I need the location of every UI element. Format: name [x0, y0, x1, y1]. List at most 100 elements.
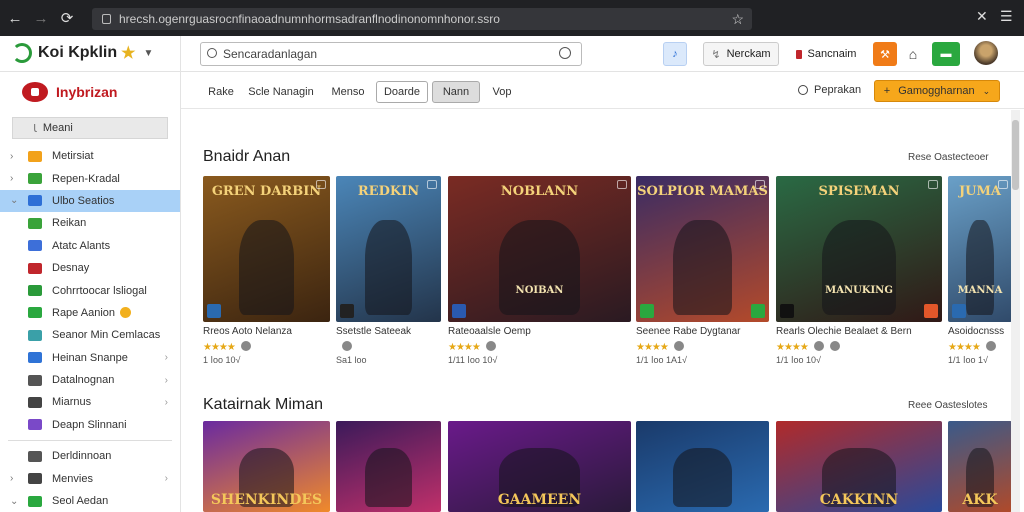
game-thumbnail[interactable]: GREN DARBIN [203, 176, 330, 322]
game-thumbnail[interactable]: SHENKINDES [203, 421, 330, 512]
forward-icon[interactable]: → [30, 7, 52, 29]
game-card[interactable] [636, 421, 769, 512]
tab-doarde[interactable]: Doarde [376, 81, 428, 103]
game-thumbnail[interactable] [636, 421, 769, 512]
game-card[interactable]: REDKIN Ssetstle Sateeak Sa1 loo [336, 176, 441, 365]
game-thumbnail[interactable] [336, 421, 441, 512]
popular-sort[interactable]: Peprakan [798, 84, 861, 96]
expand-arrow-icon[interactable]: › [10, 173, 24, 184]
chevron-right-icon[interactable]: › [165, 473, 168, 484]
scrollbar[interactable] [1011, 110, 1020, 512]
avatar[interactable] [974, 41, 998, 65]
address-bar[interactable]: hrecsh.ogenrguasrocnfinaoadnumnhormsadra… [92, 8, 752, 30]
game-card[interactable]: GREN DARBIN Rreos Aoto Nelanza ★★★★ 1 ⅼoo 1… [203, 176, 330, 366]
sidebar-item[interactable]: › Menvies › [0, 467, 180, 489]
fullscreen-icon[interactable] [427, 180, 437, 189]
info-icon[interactable] [240, 341, 251, 351]
chevron-right-icon[interactable]: › [165, 352, 168, 363]
game-title[interactable]: Asoidocnsss [948, 326, 1012, 337]
game-thumbnail[interactable]: SPISEMAN MANUKING [776, 176, 942, 322]
game-title[interactable]: Rateoaalsle Oemp [448, 326, 631, 337]
sidebar-item[interactable]: Datalnognan › [0, 369, 180, 391]
game-thumbnail[interactable]: REDKIN [336, 176, 441, 322]
game-thumbnail[interactable]: GAAMEEN [448, 421, 631, 512]
search-input[interactable]: Sencaradanlagan [200, 42, 582, 66]
tab-rake[interactable]: Rake [203, 81, 239, 103]
sidebar-item[interactable]: › Repen-Kradal [0, 167, 180, 189]
game-card[interactable]: GAAMEEN [448, 421, 631, 512]
create-button[interactable]: ⚒ [873, 42, 897, 66]
pending-button[interactable]: ↯ Nerckam [703, 42, 779, 66]
game-thumbnail[interactable]: NOBLANN NOIBAN [448, 176, 631, 322]
chevron-right-icon[interactable]: › [165, 397, 168, 408]
info-icon[interactable] [829, 341, 840, 351]
brand[interactable]: Koi Kpklin ★ ▼ [12, 43, 153, 63]
menu-icon[interactable]: ☰ [1000, 8, 1013, 25]
game-thumbnail[interactable]: SOLPIOR MAMAS [636, 176, 769, 322]
game-card[interactable] [336, 421, 441, 512]
fullscreen-icon[interactable] [755, 180, 765, 189]
info-icon[interactable] [985, 341, 996, 351]
bookmark-star-icon[interactable]: ☆ [731, 11, 744, 28]
game-thumbnail[interactable]: AKK [948, 421, 1012, 512]
game-card[interactable]: SPISEMAN MANUKING Rearls Olechie Bealaet &… [776, 176, 942, 366]
sidebar-item[interactable]: Reikan [0, 212, 180, 234]
fullscreen-icon[interactable] [998, 180, 1008, 189]
tab-vop[interactable]: Vop [487, 81, 517, 103]
sidebar-item[interactable]: Deapn Slinnani [0, 414, 180, 436]
messages-button[interactable]: ▬ [932, 42, 960, 66]
chevron-right-icon[interactable]: › [165, 375, 168, 386]
notification-button[interactable]: ♪ [663, 42, 687, 66]
expand-arrow-icon[interactable]: › [10, 473, 24, 484]
game-title[interactable]: Seenee Rabe Dygtanar [636, 326, 769, 337]
game-title[interactable]: Rreos Aoto Nelanza [203, 326, 330, 337]
info-icon[interactable] [813, 341, 824, 351]
info-icon[interactable] [673, 341, 684, 351]
sidebar-item[interactable]: ⌄ Ulbo Seatios [0, 189, 180, 213]
game-card[interactable]: NOBLANN NOIBAN Rateoaalsle Oemp ★★★★ 1/11 ⅼo… [448, 176, 631, 366]
game-thumbnail[interactable]: JUMA MANNA [948, 176, 1012, 322]
sidebar-item[interactable]: Heinan Snanpe › [0, 347, 180, 369]
subscriptions-button[interactable]: Sancnaim [788, 42, 864, 66]
fullscreen-icon[interactable] [617, 180, 627, 189]
game-card[interactable]: SHENKINDES [203, 421, 330, 512]
fullscreen-icon[interactable] [316, 180, 326, 189]
sidebar-filter[interactable]: Ꙇ Meani [12, 117, 168, 139]
expand-arrow-icon[interactable]: ⌄ [10, 496, 24, 507]
sidebar-item[interactable]: Atatc Alants [0, 235, 180, 257]
back-icon[interactable]: ← [4, 7, 26, 29]
info-icon[interactable] [342, 341, 352, 351]
sidebar-item[interactable]: Derldinnoan [0, 445, 180, 467]
sidebar-item[interactable]: Miarnus › [0, 391, 180, 413]
play-icon[interactable] [751, 304, 765, 318]
expand-arrow-icon[interactable]: › [10, 151, 24, 162]
tab-menso[interactable]: Menso [325, 81, 371, 103]
game-card[interactable]: JUMA MANNA Asoidocnsss ★★★★ 1/1 ⅼoo 1√ [948, 176, 1012, 366]
game-title[interactable]: Ssetstle Sateeak [336, 326, 441, 337]
tab-nann[interactable]: Nann [432, 81, 480, 103]
see-all-link[interactable]: Reee Oasteslotes [908, 400, 988, 411]
reload-icon[interactable]: ⟳ [56, 7, 78, 29]
games-dropdown-button[interactable]: + Gamoggharnan ⌄ [874, 80, 1000, 102]
see-all-link[interactable]: Rese Oastecteoer [908, 152, 989, 163]
game-card[interactable]: SOLPIOR MAMAS Seenee Rabe Dygtanar ★★★★ 1/1… [636, 176, 769, 366]
fullscreen-icon[interactable] [928, 180, 938, 189]
close-window-icon[interactable]: ✕ [976, 8, 988, 25]
info-icon[interactable] [485, 341, 496, 351]
expand-arrow-icon[interactable]: ⌄ [10, 195, 24, 206]
sidebar-item[interactable]: Cohrrtoocar lsliogal [0, 279, 180, 301]
sidebar-item[interactable]: › Metirsiat [0, 145, 180, 167]
sidebar-item[interactable]: Desnay [0, 257, 180, 279]
sidebar-item[interactable]: Seanor Min Cemlacas [0, 324, 180, 346]
home-icon[interactable]: ⌂ [903, 42, 923, 66]
play-icon[interactable] [924, 304, 938, 318]
sidebar-item[interactable]: Rape Aanion [0, 302, 180, 324]
game-thumbnail[interactable]: CAKKINN [776, 421, 942, 512]
scrollbar-thumb[interactable] [1012, 120, 1019, 190]
game-title[interactable]: Rearls Olechie Bealaet & Bern [776, 326, 942, 337]
game-card[interactable]: CAKKINN [776, 421, 942, 512]
search-submit-icon[interactable] [559, 47, 571, 59]
tab-scale[interactable]: Scle Nanagin [245, 81, 317, 103]
sidebar-item[interactable]: ⌄ Seol Aedan [0, 490, 180, 512]
sidebar-header[interactable]: Inybrizan [0, 73, 180, 111]
